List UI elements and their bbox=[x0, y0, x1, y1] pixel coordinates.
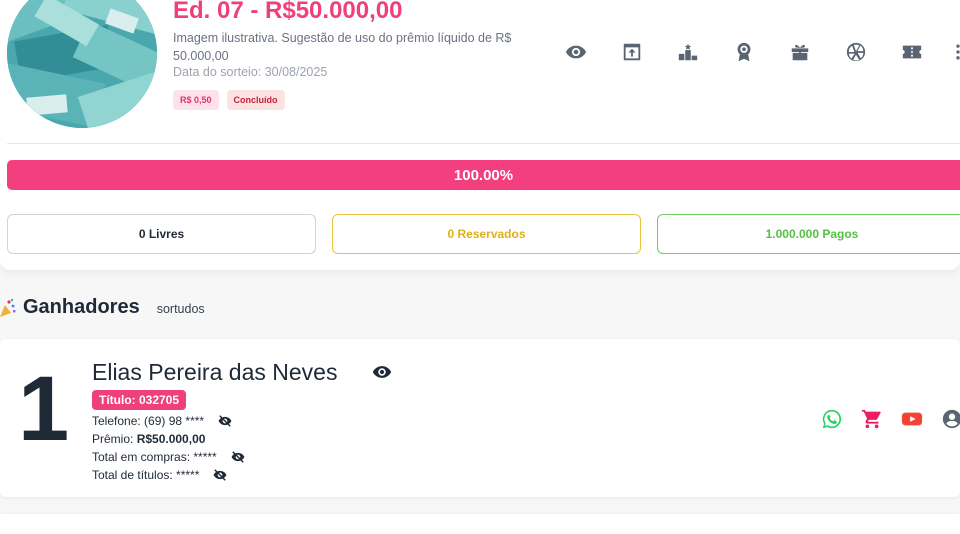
divider bbox=[7, 143, 960, 144]
winners-subtitle: sortudos bbox=[156, 301, 205, 316]
tickets-button[interactable] bbox=[884, 38, 940, 66]
whatsapp-icon bbox=[822, 409, 842, 429]
whatsapp-button[interactable] bbox=[812, 407, 852, 431]
cart-button[interactable] bbox=[852, 407, 892, 431]
eye-icon[interactable] bbox=[370, 362, 394, 382]
award-button[interactable] bbox=[716, 38, 772, 66]
eye-off-icon[interactable] bbox=[231, 451, 245, 463]
progress-label: 100.00% bbox=[453, 166, 514, 184]
winner-titles-row: Total de títulos: ***** bbox=[92, 468, 227, 482]
raffle-title: Ed. 07 - R$50.000,00 bbox=[173, 0, 403, 24]
more-options-button[interactable] bbox=[948, 38, 960, 66]
winner-total-titles: Total de títulos: ***** bbox=[92, 468, 200, 482]
eye-icon bbox=[565, 45, 587, 59]
ticket-icon bbox=[902, 45, 922, 59]
youtube-icon bbox=[901, 412, 923, 426]
winner-total-purchases: Total em compras: ***** bbox=[92, 450, 217, 464]
prize-image bbox=[7, 0, 157, 128]
view-button[interactable] bbox=[548, 38, 604, 66]
eye-off-icon[interactable] bbox=[213, 469, 227, 481]
gift-icon bbox=[791, 44, 809, 61]
winner-name: Elias Pereira das Neves bbox=[92, 359, 338, 385]
user-circle-icon bbox=[942, 409, 960, 429]
paid-counter-button[interactable]: 1.000.000 Pagos bbox=[657, 214, 960, 254]
winners-header: Ganhadores sortudos bbox=[0, 296, 205, 319]
winner-purchases-row: Total em compras: ***** bbox=[92, 450, 245, 464]
share-button[interactable] bbox=[604, 38, 660, 66]
podium-icon bbox=[678, 43, 698, 61]
action-toolbar bbox=[548, 38, 960, 66]
more-vertical-icon bbox=[956, 44, 960, 60]
profile-button[interactable] bbox=[932, 407, 960, 431]
cart-icon bbox=[861, 409, 881, 429]
winner-phone-row: Telefone: (69) 98 **** bbox=[92, 414, 232, 428]
party-popper-icon bbox=[0, 298, 16, 317]
eye-off-icon[interactable] bbox=[218, 415, 232, 427]
winner-rank: 1 bbox=[18, 358, 70, 460]
winner-prize-row: Prêmio: R$50.000,00 bbox=[92, 432, 205, 446]
progress-bar: 100.00% bbox=[7, 160, 960, 190]
next-card-edge bbox=[0, 514, 960, 534]
winner-card: 1 Elias Pereira das Neves Título: 032705… bbox=[0, 339, 960, 497]
winner-ticket: Título: 032705 bbox=[92, 390, 187, 410]
raffle-card: Ed. 07 - R$50.000,00 Imagem ilustrativa.… bbox=[0, 0, 960, 270]
winner-prize-label: Prêmio: bbox=[92, 432, 134, 446]
badge-row: R$ 0,50 Concluído bbox=[173, 90, 285, 110]
reserved-counter-button[interactable]: 0 Reservados bbox=[332, 214, 641, 254]
winner-actions bbox=[812, 407, 960, 431]
winners-title: Ganhadores bbox=[23, 296, 140, 318]
status-badge: Concluído bbox=[226, 90, 285, 110]
ranking-button[interactable] bbox=[660, 38, 716, 66]
shutter-icon bbox=[846, 42, 866, 62]
free-counter-button[interactable]: 0 Livres bbox=[7, 214, 316, 254]
award-icon bbox=[737, 42, 751, 62]
quota-counters: 0 Livres 0 Reservados 1.000.000 Pagos bbox=[7, 214, 960, 254]
winner-phone: Telefone: (69) 98 **** bbox=[92, 414, 205, 428]
spin-button[interactable] bbox=[828, 38, 884, 66]
youtube-button[interactable] bbox=[892, 407, 932, 431]
share-icon bbox=[623, 43, 641, 61]
gift-button[interactable] bbox=[772, 38, 828, 66]
winner-prize-value: R$50.000,00 bbox=[136, 432, 206, 446]
draw-date: Data do sorteio: 30/08/2025 bbox=[173, 65, 328, 79]
raffle-description: Imagem ilustrativa. Sugestão de uso do p… bbox=[173, 31, 512, 63]
price-badge: R$ 0,50 bbox=[173, 90, 219, 110]
